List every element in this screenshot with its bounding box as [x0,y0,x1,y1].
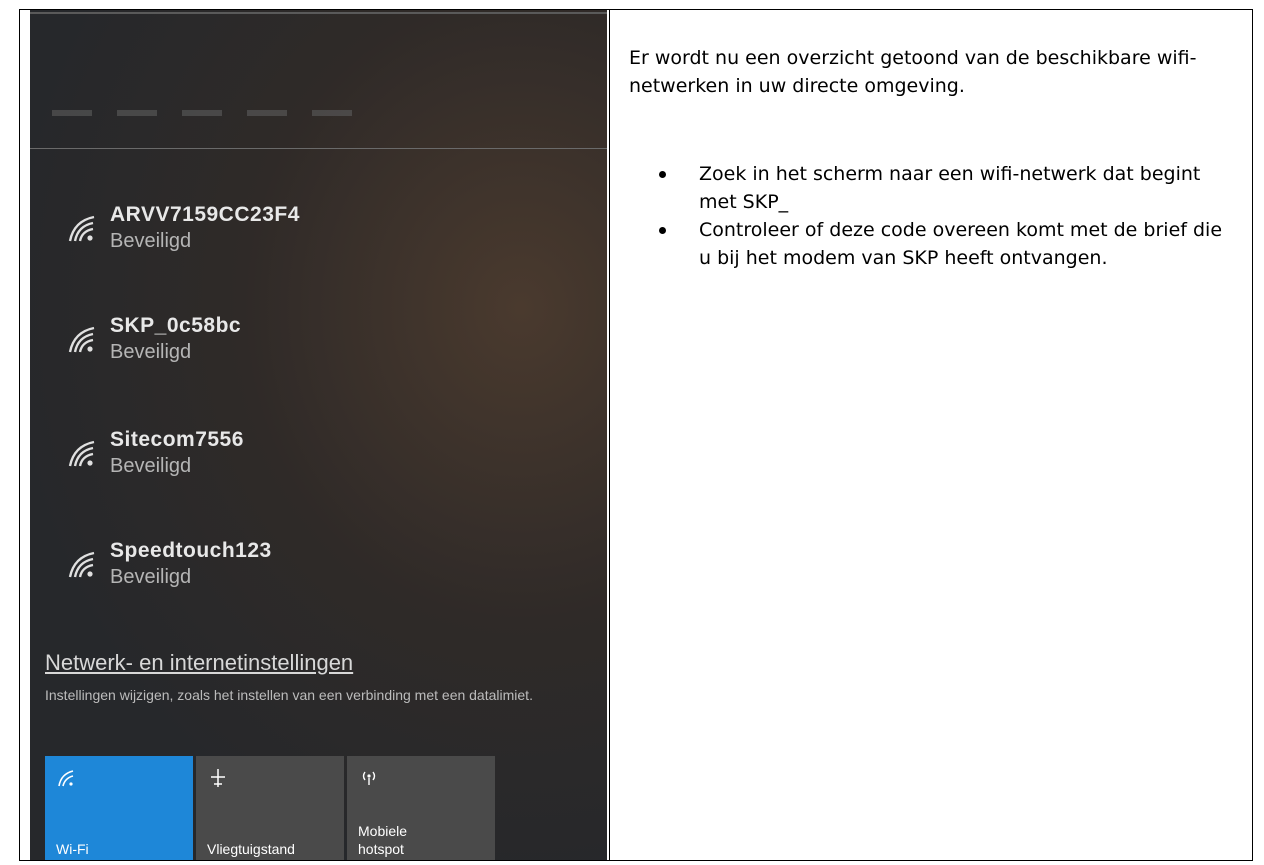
instruction-table: ARVV7159CC23F4 Beveiligd SKP_0c58bc Beve… [19,9,1253,861]
wifi-icon [58,770,74,787]
network-flyout: ARVV7159CC23F4 Beveiligd SKP_0c58bc Beve… [30,10,607,860]
network-name: ARVV7159CC23F4 [110,203,300,226]
list-item: Controleer of deze code overeen komt met… [659,216,1224,272]
network-settings-link[interactable]: Netwerk- en internetinstellingen [45,650,353,676]
tile-label: Wi-Fi [56,841,89,857]
tile-label: Mobiele hotspot [358,823,408,857]
network-name: Sitecom7556 [110,428,244,451]
network-status: Beveiligd [110,455,192,477]
wifi-toggle-tile[interactable]: Wi-Fi [45,756,193,860]
wifi-icon [68,326,95,353]
list-item-text: Controleer of deze code overeen komt met… [699,219,1223,269]
list-item-text: Zoek in het scherm naar een wifi-netwerk… [699,163,1201,213]
instruction-list: Zoek in het scherm naar een wifi-netwerk… [659,160,1224,272]
blurred-header [52,110,352,116]
flyout-divider [30,148,607,149]
airplane-icon [211,769,225,787]
network-status: Beveiligd [110,230,192,252]
wifi-icon [68,440,95,467]
network-name: Speedtouch123 [110,539,272,562]
bullet-icon [659,171,666,178]
tile-label: Vliegtuigstand [207,841,295,857]
network-name: SKP_0c58bc [110,314,242,337]
network-status: Beveiligd [110,566,192,588]
airplane-mode-tile[interactable]: Vliegtuigstand [196,756,344,860]
network-settings-description: Instellingen wijzigen, zoals het instell… [45,687,533,703]
bullet-icon [659,227,666,234]
instruction-cell: Er wordt nu een overzicht getoond van de… [610,10,1252,860]
wifi-icon [68,551,95,578]
flyout-top-border [30,12,607,14]
hotspot-icon [362,771,376,785]
screenshot-cell: ARVV7159CC23F4 Beveiligd SKP_0c58bc Beve… [20,10,610,860]
network-status: Beveiligd [110,341,192,363]
mobile-hotspot-tile[interactable]: Mobiele hotspot [347,756,495,860]
list-item: Zoek in het scherm naar een wifi-netwerk… [659,160,1224,216]
wifi-icon [68,215,95,242]
intro-text: Er wordt nu een overzicht getoond van de… [629,47,1197,97]
